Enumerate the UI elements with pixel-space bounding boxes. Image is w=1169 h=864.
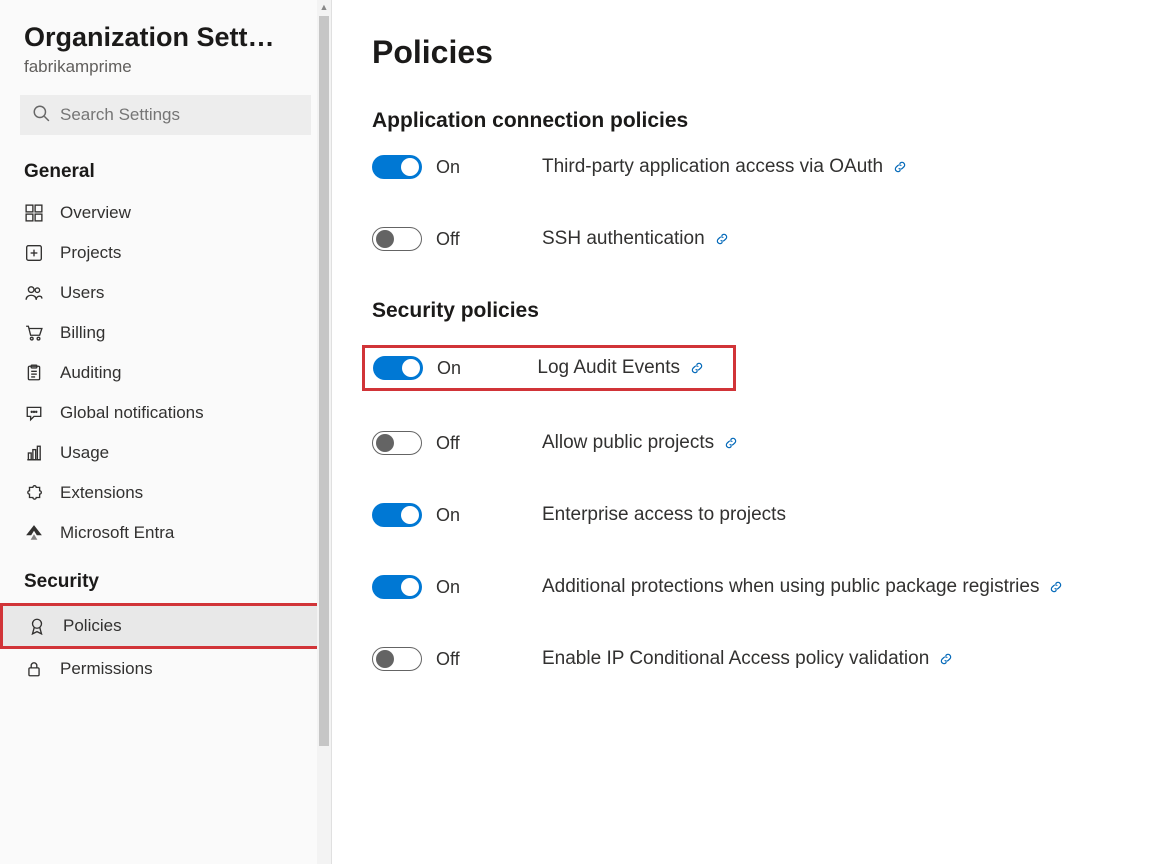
policy-label: Third-party application access via OAuth [542,156,907,178]
toggle-switch[interactable] [372,431,422,455]
sidebar-item-label: Overview [60,203,131,223]
link-icon[interactable] [893,160,907,174]
main-content: Policies Application connection policies… [332,0,1169,864]
sidebar-item-label: Billing [60,323,105,343]
lock-icon [24,659,44,679]
scroll-up-icon[interactable]: ▲ [317,2,331,12]
policy-row: Off Enable IP Conditional Access policy v… [372,647,1129,671]
policy-row: On Additional protections when using publ… [372,575,1129,599]
link-icon[interactable] [690,361,704,375]
grid-icon [24,203,44,223]
sidebar-item-label: Permissions [60,659,153,679]
badge-icon [27,616,47,636]
section-title: Security policies [372,299,1129,323]
sidebar-scrollbar[interactable]: ▲ [317,0,331,864]
sidebar-item-policies[interactable]: Policies [0,603,331,649]
sidebar-item-projects[interactable]: Projects [0,233,331,273]
scrollbar-thumb[interactable] [319,16,329,746]
search-icon [32,104,60,127]
entra-icon [24,523,44,543]
chat-icon [24,403,44,423]
section-heading: Security [0,571,331,603]
toggle-state-label: Off [436,649,460,670]
sidebar-item-label: Users [60,283,104,303]
toggle-state-label: Off [436,433,460,454]
section-title: Application connection policies [372,109,1129,133]
toggle-state-label: On [436,577,460,598]
toggle-state-label: On [436,157,460,178]
sidebar-item-label: Auditing [60,363,121,383]
clipboard-icon [24,363,44,383]
sidebar-item-global-notifications[interactable]: Global notifications [0,393,331,433]
policy-row: On Third-party application access via OAu… [372,155,1129,179]
policy-label: Log Audit Events [537,357,725,379]
policy-label: SSH authentication [542,228,729,250]
sidebar-item-label: Usage [60,443,109,463]
sidebar-item-label: Extensions [60,483,143,503]
policy-label: Allow public projects [542,432,738,454]
policy-label: Enable IP Conditional Access policy vali… [542,648,953,670]
toggle-switch[interactable] [372,647,422,671]
link-icon[interactable] [939,652,953,666]
sidebar-item-users[interactable]: Users [0,273,331,313]
toggle-state-label: On [436,505,460,526]
policy-label: Additional protections when using public… [542,576,1063,598]
sidebar-title: Organization Settin… [0,22,300,53]
sidebar-subtitle: fabrikamprime [0,53,331,95]
users-icon [24,283,44,303]
link-icon[interactable] [724,436,738,450]
sidebar-item-label: Global notifications [60,403,204,423]
section-heading: General [0,161,331,193]
sidebar-item-label: Microsoft Entra [60,523,174,543]
chart-icon [24,443,44,463]
toggle-state-label: On [437,358,461,379]
cart-icon [24,323,44,343]
sidebar-item-label: Projects [60,243,121,263]
page-title: Policies [372,34,1129,71]
sidebar-item-label: Policies [63,616,122,636]
link-icon[interactable] [1049,580,1063,594]
sidebar-item-extensions[interactable]: Extensions [0,473,331,513]
sidebar-item-microsoft-entra[interactable]: Microsoft Entra [0,513,331,553]
toggle-switch[interactable] [372,227,422,251]
puzzle-icon [24,483,44,503]
sidebar-item-auditing[interactable]: Auditing [0,353,331,393]
sidebar-item-overview[interactable]: Overview [0,193,331,233]
toggle-switch[interactable] [372,155,422,179]
search-input[interactable] [60,105,299,125]
toggle-switch[interactable] [372,575,422,599]
policy-row: Off SSH authentication [372,227,1129,251]
plus-box-icon [24,243,44,263]
policy-label: Enterprise access to projects [542,504,786,526]
policy-row: Off Allow public projects [372,431,1129,455]
sidebar-item-billing[interactable]: Billing [0,313,331,353]
toggle-switch[interactable] [372,503,422,527]
sidebar-item-usage[interactable]: Usage [0,433,331,473]
search-input-container[interactable] [20,95,311,135]
sidebar: Organization Settin… fabrikamprime Gener… [0,0,332,864]
policy-row: On Log Audit Events [362,345,736,391]
policy-row: On Enterprise access to projects [372,503,1129,527]
toggle-state-label: Off [436,229,460,250]
link-icon[interactable] [715,232,729,246]
toggle-switch[interactable] [373,356,423,380]
sidebar-item-permissions[interactable]: Permissions [0,649,331,689]
